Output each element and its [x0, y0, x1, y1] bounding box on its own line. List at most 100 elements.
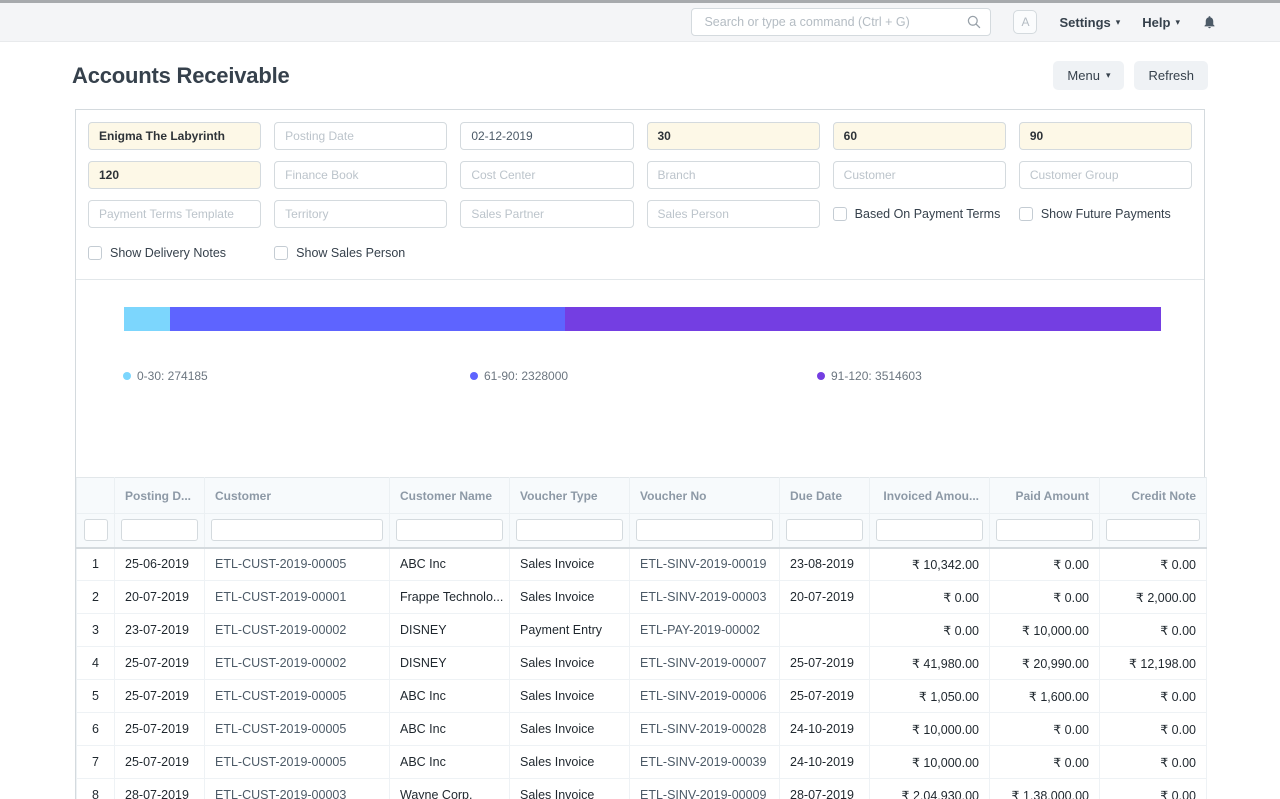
cell: ₹ 2,000.00 [1100, 581, 1207, 614]
filter-payment-terms-template[interactable]: Payment Terms Template [88, 200, 261, 228]
help-menu[interactable]: Help ▾ [1142, 15, 1180, 30]
report-table-section: Posting D...CustomerCustomer NameVoucher… [76, 477, 1204, 799]
menu-button[interactable]: Menu ▾ [1053, 61, 1124, 90]
cell[interactable]: ETL-SINV-2019-00039 [630, 746, 780, 779]
filter-territory[interactable]: Territory [274, 200, 447, 228]
cell: 23-08-2019 [780, 548, 870, 581]
filter-sales-person[interactable]: Sales Person [647, 200, 820, 228]
column-filter-input[interactable] [396, 519, 503, 541]
cell: ₹ 0.00 [1100, 746, 1207, 779]
cell: Sales Invoice [510, 680, 630, 713]
cell: 28-07-2019 [780, 779, 870, 799]
filter-cost-center[interactable]: Cost Center [460, 161, 633, 189]
column-header-customer-name[interactable]: Customer Name [390, 478, 510, 514]
column-filter-input[interactable] [211, 519, 383, 541]
filter-finance-book[interactable]: Finance Book [274, 161, 447, 189]
cell: ₹ 10,000.00 [870, 746, 990, 779]
checkbox-icon [1019, 207, 1033, 221]
cell[interactable]: ETL-CUST-2019-00002 [205, 647, 390, 680]
bell-icon[interactable] [1202, 14, 1217, 30]
chevron-down-icon: ▾ [1175, 17, 1180, 28]
cell[interactable]: ETL-SINV-2019-00009 [630, 779, 780, 799]
cell[interactable]: ETL-CUST-2019-00005 [205, 713, 390, 746]
column-filter-cell [115, 514, 205, 548]
cell[interactable]: ETL-CUST-2019-00005 [205, 746, 390, 779]
filter-sales-partner[interactable]: Sales Partner [460, 200, 633, 228]
cell: DISNEY [390, 647, 510, 680]
cell: ₹ 0.00 [990, 746, 1100, 779]
checkbox-label: Based On Payment Terms [855, 207, 1001, 221]
column-header[interactable] [77, 478, 115, 514]
column-header-credit-note[interactable]: Credit Note [1100, 478, 1207, 514]
cell[interactable]: ETL-SINV-2019-00019 [630, 548, 780, 581]
cell: Wayne Corp. [390, 779, 510, 799]
column-filter-input[interactable] [636, 519, 773, 541]
column-filter-cell [205, 514, 390, 548]
column-filter-input[interactable] [996, 519, 1093, 541]
refresh-button[interactable]: Refresh [1134, 61, 1208, 90]
filter-customer[interactable]: Customer [833, 161, 1006, 189]
column-header-due-date[interactable]: Due Date [780, 478, 870, 514]
cell[interactable]: ETL-CUST-2019-00002 [205, 614, 390, 647]
column-filter-cell [780, 514, 870, 548]
column-filter-cell [630, 514, 780, 548]
cell: Sales Invoice [510, 713, 630, 746]
cell[interactable]: ETL-CUST-2019-00003 [205, 779, 390, 799]
column-header-voucher-type[interactable]: Voucher Type [510, 478, 630, 514]
cell: ₹ 10,000.00 [990, 614, 1100, 647]
avatar[interactable]: A [1013, 10, 1037, 34]
settings-menu[interactable]: Settings ▾ [1059, 15, 1120, 30]
settings-label: Settings [1059, 15, 1110, 30]
column-header-voucher-no[interactable]: Voucher No [630, 478, 780, 514]
column-filter-input[interactable] [84, 519, 108, 541]
checkbox-based-on-payment-terms[interactable]: Based On Payment Terms [833, 200, 1006, 228]
cell: Sales Invoice [510, 647, 630, 680]
column-filter-input[interactable] [121, 519, 198, 541]
cell[interactable]: ETL-CUST-2019-00005 [205, 548, 390, 581]
filter-company[interactable]: Enigma The Labyrinth [88, 122, 261, 150]
table-row: 425-07-2019ETL-CUST-2019-00002DISNEYSale… [77, 647, 1207, 680]
cell: ₹ 1,38,000.00 [990, 779, 1100, 799]
cell: ₹ 0.00 [990, 713, 1100, 746]
filter-range4[interactable]: 120 [88, 161, 261, 189]
checkbox-show-sales-person[interactable]: Show Sales Person [274, 239, 447, 267]
cell[interactable]: ETL-PAY-2019-00002 [630, 614, 780, 647]
cell: ₹ 0.00 [870, 581, 990, 614]
column-header-posting-d[interactable]: Posting D... [115, 478, 205, 514]
column-filter-cell [870, 514, 990, 548]
search-input[interactable] [691, 8, 991, 36]
cell[interactable]: ETL-SINV-2019-00003 [630, 581, 780, 614]
row-number: 5 [77, 680, 115, 713]
cell: Sales Invoice [510, 581, 630, 614]
filter-branch[interactable]: Branch [647, 161, 820, 189]
report-table: Posting D...CustomerCustomer NameVoucher… [76, 477, 1207, 799]
cell: ₹ 0.00 [870, 614, 990, 647]
column-filter-input[interactable] [1106, 519, 1200, 541]
row-number: 6 [77, 713, 115, 746]
cell[interactable]: ETL-SINV-2019-00006 [630, 680, 780, 713]
filter-customer-group[interactable]: Customer Group [1019, 161, 1192, 189]
filter-range1[interactable]: 30 [647, 122, 820, 150]
column-header-customer[interactable]: Customer [205, 478, 390, 514]
column-filter-input[interactable] [516, 519, 623, 541]
column-header-invoiced-amou[interactable]: Invoiced Amou... [870, 478, 990, 514]
checkbox-label: Show Sales Person [296, 246, 405, 260]
legend-item: 91-120: 3514603 [817, 369, 1164, 383]
cell[interactable]: ETL-SINV-2019-00007 [630, 647, 780, 680]
cell[interactable]: ETL-SINV-2019-00028 [630, 713, 780, 746]
checkbox-show-future-payments[interactable]: Show Future Payments [1019, 200, 1192, 228]
column-header-paid-amount[interactable]: Paid Amount [990, 478, 1100, 514]
cell: 25-07-2019 [115, 713, 205, 746]
filter-range2[interactable]: 60 [833, 122, 1006, 150]
chevron-down-icon: ▾ [1106, 70, 1111, 81]
table-row: 525-07-2019ETL-CUST-2019-00005ABC IncSal… [77, 680, 1207, 713]
cell[interactable]: ETL-CUST-2019-00001 [205, 581, 390, 614]
filter-posting-date[interactable]: Posting Date [274, 122, 447, 150]
filter-range3[interactable]: 90 [1019, 122, 1192, 150]
column-filter-input[interactable] [786, 519, 863, 541]
cell[interactable]: ETL-CUST-2019-00005 [205, 680, 390, 713]
column-filter-input[interactable] [876, 519, 983, 541]
filter-report-date[interactable]: 02-12-2019 [460, 122, 633, 150]
checkbox-show-delivery-notes[interactable]: Show Delivery Notes [88, 239, 261, 267]
cell: 20-07-2019 [115, 581, 205, 614]
